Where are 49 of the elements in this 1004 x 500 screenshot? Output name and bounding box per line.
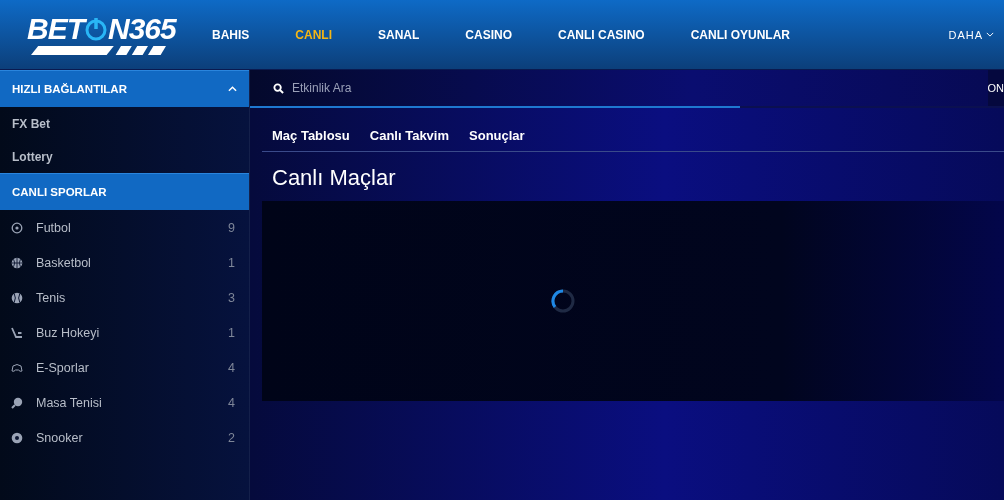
- event-count: 1: [228, 325, 235, 340]
- nav-link[interactable]: CANLI CASINO: [558, 27, 645, 42]
- sport-name: Snooker: [36, 430, 84, 445]
- soccer-ball-icon: [11, 221, 23, 234]
- event-count: 9: [228, 220, 235, 235]
- event-count: 4: [228, 395, 235, 410]
- hockey-stick-icon: [11, 326, 23, 339]
- sport-name: Tenis: [36, 290, 67, 305]
- event-count: 4: [228, 360, 235, 375]
- gamepad-icon: [11, 361, 23, 374]
- tennis-ball-icon: [11, 291, 23, 304]
- chevron-icon: [228, 86, 237, 92]
- search-field[interactable]: Etkinlik Ara: [292, 81, 988, 95]
- sport-item[interactable]: Masa Tenisi 4: [0, 385, 249, 420]
- event-count: 3: [228, 290, 235, 305]
- nav-link[interactable]: CANLI OYUNLAR: [690, 27, 791, 42]
- sport-name: Futbol: [36, 220, 72, 235]
- sport-item[interactable]: Buz Hokeyi 1: [0, 315, 249, 350]
- logo[interactable]: BET N365: [27, 14, 187, 55]
- more-menu[interactable]: DAHA: [948, 28, 994, 41]
- caret-icon: [986, 32, 994, 37]
- sport-item[interactable]: E-Sporlar 4: [0, 350, 249, 385]
- sport-item[interactable]: Futbol 9: [0, 210, 249, 245]
- nav-link[interactable]: SANAL: [378, 27, 420, 42]
- event-count: 1: [228, 255, 235, 270]
- sport-name: Basketbol: [36, 255, 92, 270]
- search-box[interactable]: Etkinlik Ara: [250, 70, 988, 106]
- page-title: Canlı Maçlar: [271, 164, 397, 192]
- tab[interactable]: Sonuçlar: [469, 128, 525, 143]
- sport-name: Masa Tenisi: [36, 395, 103, 410]
- event-count: 2: [228, 430, 235, 445]
- sport-name: E-Sporlar: [36, 360, 90, 375]
- search-icon: [273, 82, 284, 94]
- nav-link[interactable]: CANLI: [295, 27, 332, 42]
- sport-item[interactable]: Basketbol 1: [0, 245, 249, 280]
- nav-link[interactable]: CASINO: [465, 27, 513, 42]
- quick-link[interactable]: Lottery: [0, 140, 249, 173]
- quick-link[interactable]: FX Bet: [0, 107, 249, 140]
- tab[interactable]: Canlı Takvim: [369, 128, 449, 143]
- live-sports-header: CANLI SPORLAR: [0, 173, 249, 210]
- snooker-ball-icon: [11, 431, 23, 444]
- tab[interactable]: Maç Tablosu: [272, 128, 350, 143]
- paddle-icon: [11, 396, 23, 409]
- sport-name: Buz Hokeyi: [36, 325, 101, 340]
- sport-item[interactable]: Tenis 3: [0, 280, 249, 315]
- nav-link[interactable]: BAHIS: [212, 27, 250, 42]
- basketball-icon: [11, 256, 23, 269]
- quick-links-header[interactable]: HIZLI BAĞLANTILAR: [0, 70, 249, 107]
- sport-item[interactable]: Snooker 2: [0, 420, 249, 455]
